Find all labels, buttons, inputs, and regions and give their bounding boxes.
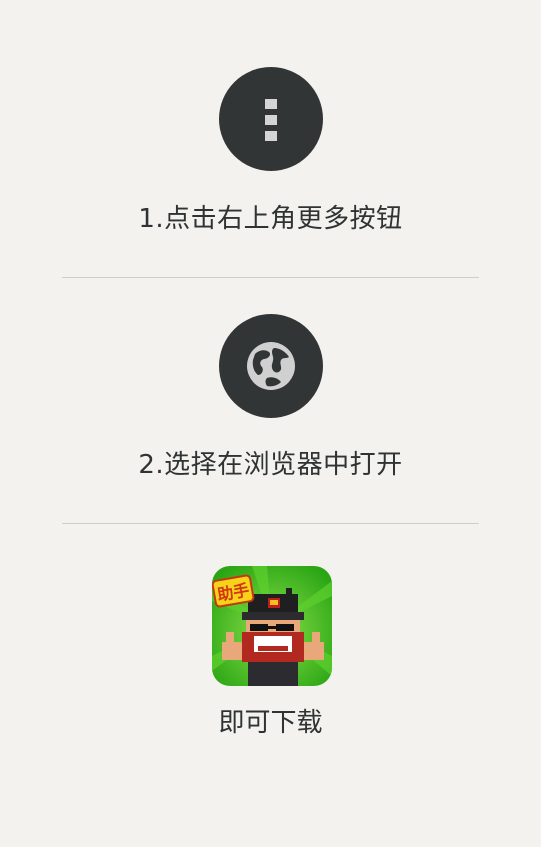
- step-1-text: 1.点击右上角更多按钮: [138, 204, 403, 234]
- open-in-browser-guide: 1.点击右上角更多按钮 2.选择在浏览器中打开 助手 即可下载: [0, 0, 541, 847]
- divider: [62, 523, 479, 524]
- download-text: 即可下载: [218, 708, 323, 738]
- more-button-illustration: [219, 67, 323, 171]
- more-vertical-icon: [265, 99, 277, 141]
- globe-icon: [247, 342, 295, 390]
- divider: [62, 277, 479, 278]
- step-2-text: 2.选择在浏览器中打开: [138, 450, 403, 480]
- browser-illustration: [219, 314, 323, 418]
- app-character-illustration: 助手: [212, 566, 332, 686]
- app-icon[interactable]: 助手: [212, 566, 332, 686]
